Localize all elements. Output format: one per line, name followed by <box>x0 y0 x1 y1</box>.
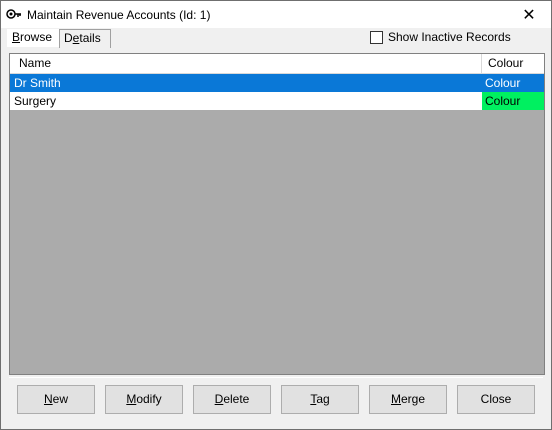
close-button[interactable]: Close <box>457 385 535 414</box>
column-header-name[interactable]: Name <box>10 54 482 73</box>
table-row[interactable]: Surgery Colour <box>10 92 544 110</box>
new-button-mnemonic: N <box>43 392 53 406</box>
new-button[interactable]: New <box>17 385 95 414</box>
column-header-colour[interactable]: Colour <box>482 54 544 73</box>
tab-browse-label: rowse <box>20 30 53 44</box>
delete-button[interactable]: Delete <box>193 385 271 414</box>
delete-button-label: elete <box>223 392 250 406</box>
cell-colour: Colour <box>482 92 544 110</box>
key-icon <box>6 9 21 19</box>
tab-browse-mnemonic: B <box>12 30 21 44</box>
accounts-grid[interactable]: Name Colour Dr Smith Colour Surgery Colo… <box>9 53 545 375</box>
window-title: Maintain Revenue Accounts (Id: 1) <box>27 8 211 22</box>
show-inactive-label: Show Inactive Records <box>388 30 511 44</box>
modify-button-label: odify <box>136 392 162 406</box>
modify-button[interactable]: Modify <box>105 385 183 414</box>
merge-button-label: erge <box>400 392 426 406</box>
delete-button-mnemonic: D <box>214 392 224 406</box>
modify-button-mnemonic: M <box>126 392 137 406</box>
close-icon[interactable]: ✕ <box>507 1 551 28</box>
maintain-revenue-accounts-window: Maintain Revenue Accounts (Id: 1) ✕ Brow… <box>0 0 552 430</box>
merge-button[interactable]: Merge <box>369 385 447 414</box>
cell-colour: Colour <box>482 74 544 92</box>
tab-details-label-prefix: D <box>64 31 73 45</box>
new-button-label: ew <box>52 392 68 406</box>
button-bar: New Modify Delete Tag Merge Close <box>9 377 543 424</box>
tab-details-label: tails <box>79 31 101 45</box>
tag-button[interactable]: Tag <box>281 385 359 414</box>
tab-details[interactable]: Details <box>59 29 111 48</box>
table-row[interactable]: Dr Smith Colour <box>10 74 544 92</box>
cell-name: Dr Smith <box>14 76 61 90</box>
tab-browse[interactable]: Browse <box>7 29 60 47</box>
tag-button-label: ag <box>316 392 330 406</box>
show-inactive-toggle[interactable]: Show Inactive Records <box>370 30 511 44</box>
cell-name: Surgery <box>14 94 57 108</box>
grid-header: Name Colour <box>10 54 544 74</box>
close-button-label: Close <box>480 392 512 406</box>
show-inactive-checkbox[interactable] <box>370 30 383 44</box>
title-bar: Maintain Revenue Accounts (Id: 1) ✕ <box>1 1 551 28</box>
merge-button-mnemonic: M <box>390 392 401 406</box>
